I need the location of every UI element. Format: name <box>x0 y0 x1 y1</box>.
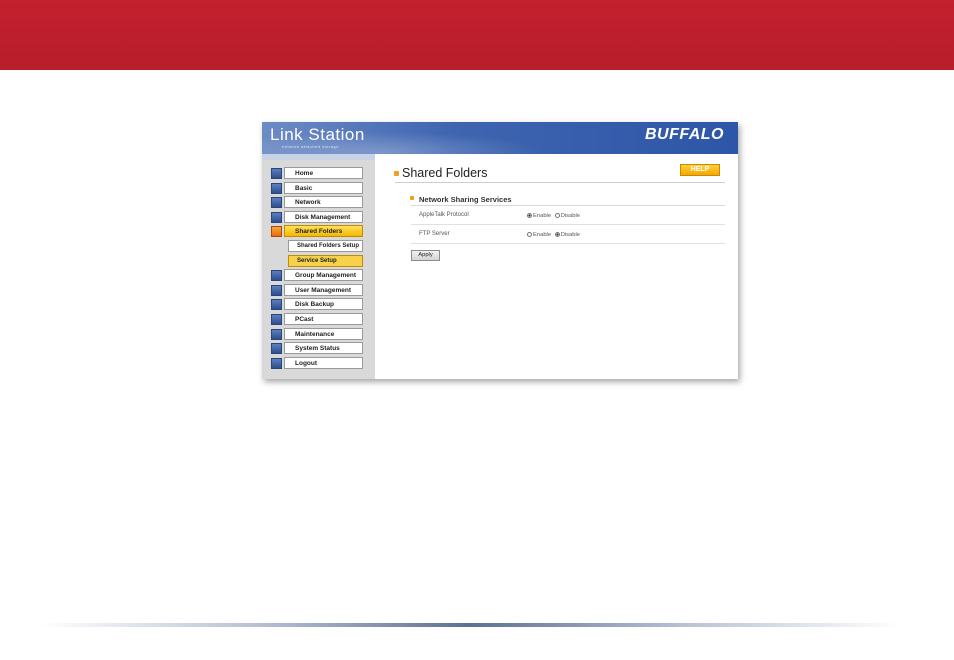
nav-item-network[interactable]: Network <box>271 196 374 211</box>
title-bullet-icon <box>394 171 399 176</box>
radio-label: Enable <box>533 213 552 219</box>
title-divider <box>395 182 725 183</box>
nav-item-label[interactable]: PCast <box>284 312 363 325</box>
nav-item-label[interactable]: Service Setup <box>288 254 363 267</box>
nav-item-label[interactable]: User Management <box>284 283 363 296</box>
nav-item-label[interactable]: Maintenance <box>284 327 363 340</box>
apply-button[interactable]: Apply <box>411 250 440 261</box>
page-title: Shared Folders <box>402 166 488 180</box>
row-divider <box>411 224 725 225</box>
maintenance-icon <box>271 328 282 340</box>
appletalk-disable-radio[interactable] <box>554 213 560 218</box>
top-red-band <box>0 0 954 70</box>
sidebar-nav: Home Basic Network Disk Management Share… <box>271 167 374 371</box>
section-divider <box>411 205 725 206</box>
folder-icon <box>271 226 282 238</box>
nav-item-label[interactable]: Network <box>284 196 363 209</box>
ftp-enable-radio[interactable] <box>527 232 532 237</box>
sidebar-top-strip <box>262 154 375 160</box>
main-content: Shared Folders HELP Network Sharing Serv… <box>375 154 738 379</box>
nav-item-label[interactable]: Basic <box>284 181 363 194</box>
nav-item-home[interactable]: Home <box>271 167 374 182</box>
linkstation-screenshot: Link Station network attached storage BU… <box>262 122 738 379</box>
nav-item-group-management[interactable]: Group Management <box>271 269 374 284</box>
nav-item-logout[interactable]: Logout <box>271 356 374 372</box>
group-icon <box>271 270 282 282</box>
nav-item-maintenance[interactable]: Maintenance <box>271 327 374 343</box>
appletalk-options: Enable Disable <box>527 213 580 219</box>
nav-item-system-status[interactable]: System Status <box>271 342 374 357</box>
nav-item-disk-management[interactable]: Disk Management <box>271 210 374 226</box>
nav-item-label[interactable]: Group Management <box>284 269 363 282</box>
row-divider <box>411 243 725 244</box>
nav-item-label[interactable]: System Status <box>284 342 363 355</box>
nav-item-pcast[interactable]: PCast <box>271 312 374 328</box>
appletalk-label: AppleTalk Protocol <box>419 212 469 218</box>
bottom-divider-line <box>40 623 900 627</box>
nav-item-label[interactable]: Disk Management <box>284 210 363 223</box>
nav-item-label[interactable]: Shared Folders Setup <box>288 239 363 252</box>
user-icon <box>271 284 282 296</box>
nav-item-shared-folders[interactable]: Shared Folders <box>271 225 374 240</box>
radio-label: Enable <box>533 232 552 238</box>
pcast-icon <box>271 313 282 325</box>
nav-item-label[interactable]: Home <box>284 167 363 179</box>
nav-item-label[interactable]: Logout <box>284 356 363 369</box>
product-tagline: network attached storage <box>282 144 339 149</box>
nav-item-label[interactable]: Shared Folders <box>284 225 363 238</box>
section-title: Network Sharing Services <box>419 195 512 204</box>
disk-icon <box>271 211 282 223</box>
header-banner: Link Station network attached storage BU… <box>262 122 738 154</box>
appletalk-enable-radio[interactable] <box>527 213 532 218</box>
buffalo-logo: BUFFALO <box>644 126 724 143</box>
product-name: Link Station <box>270 125 365 144</box>
nav-item-user-management[interactable]: User Management <box>271 283 374 299</box>
ftp-disable-radio[interactable] <box>554 232 560 237</box>
backup-icon <box>271 299 282 311</box>
nav-subitem-shared-folders-setup[interactable]: Shared Folders Setup <box>271 239 374 255</box>
logout-icon <box>271 357 282 369</box>
help-button[interactable]: HELP <box>680 164 720 176</box>
nav-item-label[interactable]: Disk Backup <box>284 298 363 311</box>
nav-item-basic[interactable]: Basic <box>271 181 374 197</box>
ftp-server-label: FTP Server <box>419 231 450 237</box>
nav-item-disk-backup[interactable]: Disk Backup <box>271 298 374 313</box>
ftp-options: Enable Disable <box>527 232 580 238</box>
status-icon <box>271 343 282 355</box>
radio-label: Disable <box>560 232 581 238</box>
radio-label: Disable <box>560 213 581 219</box>
nav-subitem-service-setup[interactable]: Service Setup <box>271 254 374 270</box>
home-icon <box>271 168 282 179</box>
network-icon <box>271 197 282 209</box>
section-bullet-icon <box>410 196 414 200</box>
basic-settings-icon <box>271 182 282 194</box>
